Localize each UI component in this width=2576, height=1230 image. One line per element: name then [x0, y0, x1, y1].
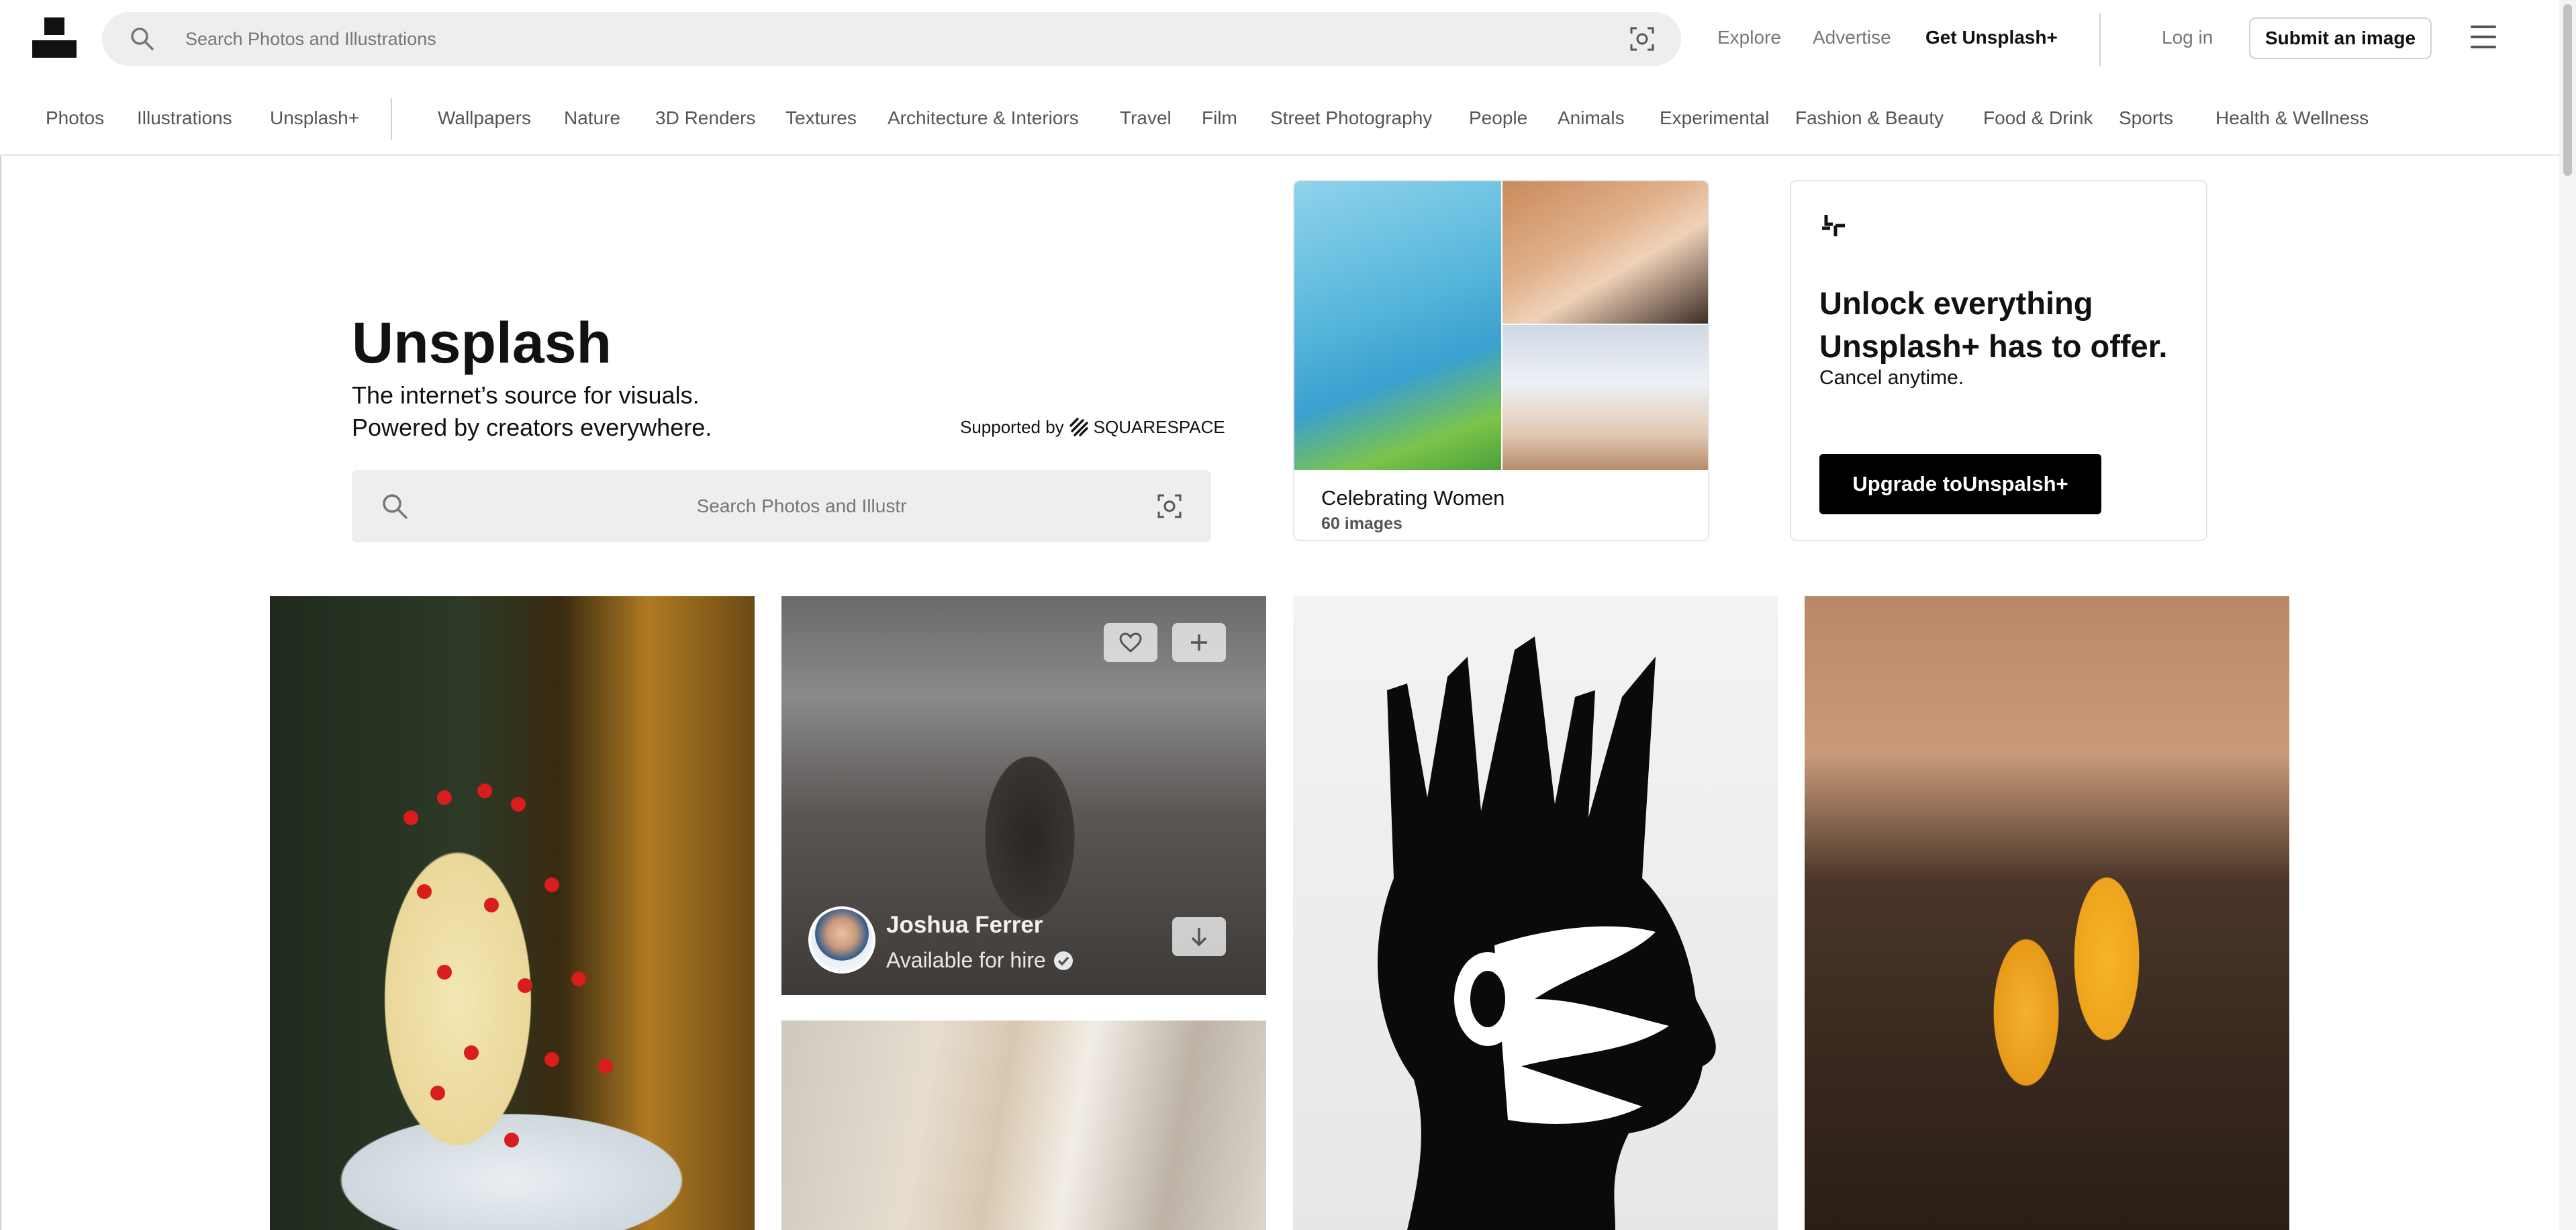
topic-nature[interactable]: Nature [564, 107, 620, 129]
hero-title: Unsplash [352, 311, 612, 375]
topic-food-drink[interactable]: Food & Drink [1983, 107, 2093, 129]
topic-street-photography[interactable]: Street Photography [1270, 107, 1432, 129]
page-scrollbar[interactable] [2559, 0, 2576, 1230]
avatar[interactable] [808, 906, 875, 974]
submit-image-button[interactable]: Submit an image [2249, 17, 2432, 59]
topic-textures[interactable]: Textures [785, 107, 857, 129]
top-header: Explore Advertise Get Unsplash+ Log in S… [0, 0, 2576, 79]
hero-search-input[interactable] [439, 489, 1164, 524]
scrollbar-thumb[interactable] [2563, 4, 2572, 176]
cake-illustration [403, 784, 613, 1147]
topic-health-wellness[interactable]: Health & Wellness [2215, 107, 2369, 129]
plus-icon[interactable] [1189, 632, 1209, 653]
topic-sports[interactable]: Sports [2119, 107, 2173, 129]
topic-architecture-interiors[interactable]: Architecture & Interiors [888, 107, 1079, 129]
category-divider [391, 98, 392, 140]
topic-people[interactable]: People [1469, 107, 1527, 129]
check-circle-icon [1053, 951, 1073, 970]
author-hire-status[interactable]: Available for hire [886, 948, 1074, 973]
supported-by-label: Supported by [960, 416, 1064, 437]
photo-woman-street[interactable]: Joshua Ferrer Available for hire [781, 596, 1266, 995]
like-button[interactable] [1104, 623, 1157, 662]
hero-search-bar[interactable] [352, 470, 1211, 542]
plus-headline: Unlock everything Unsplash+ has to offer… [1819, 285, 2168, 364]
topic-experimental[interactable]: Experimental [1660, 107, 1769, 129]
hero-subtitle-line2: Powered by creators everywhere. [352, 414, 712, 441]
photo-cake[interactable] [270, 596, 755, 1230]
category-bar: Photos Illustrations Unsplash+ Wallpaper… [0, 79, 2559, 156]
visual-search-icon[interactable] [1629, 26, 1656, 52]
tab-illustrations[interactable]: Illustrations [137, 107, 232, 129]
hamburger-menu-icon[interactable] [2471, 26, 2496, 48]
download-button[interactable] [1172, 917, 1226, 956]
topic-film[interactable]: Film [1202, 107, 1237, 129]
topic-animals[interactable]: Animals [1558, 107, 1625, 129]
nav-divider [2099, 13, 2101, 66]
header-search-bar[interactable] [102, 12, 1681, 66]
visual-search-icon[interactable] [1156, 493, 1183, 520]
tab-unsplash-plus[interactable]: Unsplash+ [270, 107, 359, 129]
unsplash-plus-icon [1822, 215, 1845, 236]
nav-get-unsplash-plus[interactable]: Get Unsplash+ [1925, 27, 2058, 48]
collection-title[interactable]: Celebrating Women [1321, 486, 1505, 510]
add-to-collection-button[interactable] [1172, 623, 1226, 662]
search-icon[interactable] [129, 26, 156, 52]
arrow-down-icon[interactable] [1189, 926, 1209, 947]
silhouette-illustration [1378, 636, 1716, 1230]
plus-subtext: Cancel anytime. [1819, 367, 1964, 389]
photo-abstract-curves[interactable] [781, 1021, 1266, 1230]
nav-advertise[interactable]: Advertise [1813, 27, 1891, 48]
collection-count: 60 images [1321, 514, 1402, 533]
nav-explore[interactable]: Explore [1717, 27, 1781, 48]
hero-subtitle-line1: The internet’s source for visuals. [352, 381, 700, 409]
unsplash-logo-icon[interactable] [32, 17, 77, 58]
collection-thumb-image[interactable] [1502, 181, 1708, 324]
author-name[interactable]: Joshua Ferrer [886, 912, 1043, 939]
hire-status-label: Available for hire [886, 948, 1046, 972]
photo-silhouette-head[interactable] [1293, 596, 1778, 1230]
sponsor-name: SQUARESPACE [1093, 416, 1225, 437]
search-icon[interactable] [380, 491, 410, 521]
squarespace-logo-icon [1069, 418, 1088, 436]
heart-icon[interactable] [1119, 632, 1142, 653]
upgrade-button[interactable]: Upgrade toUnspalsh+ [1819, 454, 2101, 514]
topic-fashion-beauty[interactable]: Fashion & Beauty [1795, 107, 1944, 129]
photo-cafe-drinks[interactable] [1805, 596, 2289, 1230]
tab-photos[interactable]: Photos [46, 107, 104, 129]
topic-travel[interactable]: Travel [1120, 107, 1172, 129]
topic-3d-renders[interactable]: 3D Renders [655, 107, 755, 129]
unsplash-plus-promo-card: Unlock everything Unsplash+ has to offer… [1790, 180, 2207, 541]
page-edge [0, 156, 1, 1230]
collection-thumb-image[interactable] [1502, 325, 1708, 470]
login-link[interactable]: Log in [2162, 27, 2213, 48]
supported-by[interactable]: Supported by SQUARESPACE [960, 416, 1225, 438]
featured-collection-card[interactable]: Celebrating Women 60 images [1293, 180, 1709, 541]
topic-wallpapers[interactable]: Wallpapers [438, 107, 531, 129]
header-search-input[interactable] [185, 20, 1568, 58]
collection-cover-image[interactable] [1294, 181, 1501, 470]
